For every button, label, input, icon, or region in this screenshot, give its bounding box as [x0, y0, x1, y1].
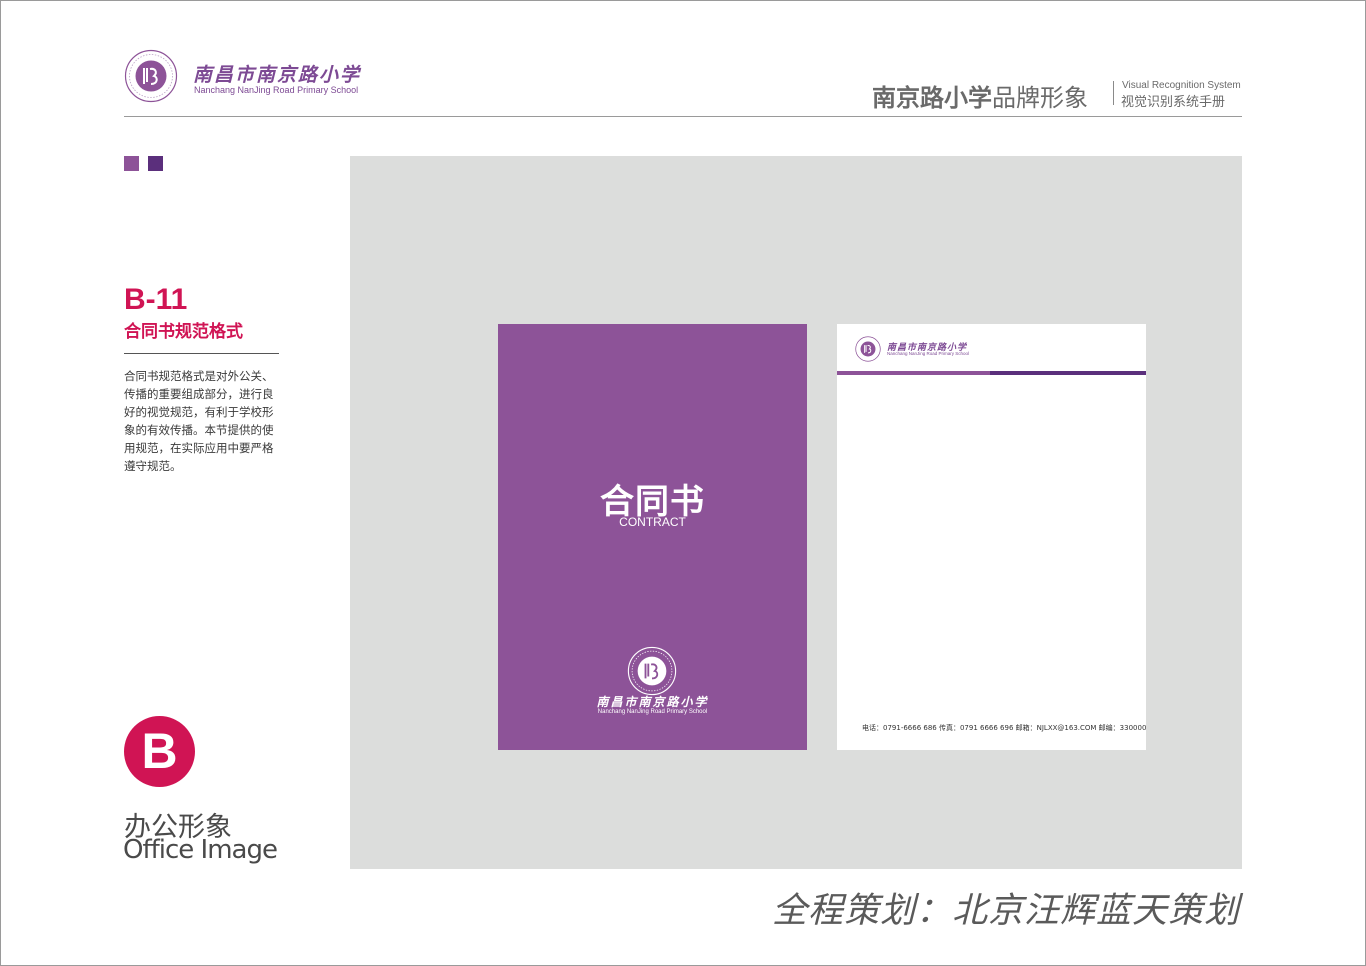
mockup-canvas: 合同书 CONTRACT 南昌市南京路小学 Nanchang NanJing R…: [350, 156, 1242, 869]
section-rule: [124, 353, 279, 354]
manual-title-rest: 品牌形象: [992, 84, 1088, 112]
school-seal-icon: [627, 646, 677, 696]
decor-square-light: [124, 156, 139, 171]
category-name-en: Office Image: [123, 835, 278, 865]
letterhead-contact: 电话：0791-6666 686 传真：0791 6666 696 邮箱：NJL…: [862, 724, 1147, 732]
letterhead-bar-dark: [990, 371, 1146, 375]
section-description: 合同书规范格式是对外公关、传播的重要组成部分，进行良好的视觉规范，有利于学校形象…: [124, 369, 274, 473]
letterhead-logo-en: Nanchang NanJing Road Primary School: [887, 351, 970, 356]
logo-chinese-name: 南昌市南京路小学: [193, 64, 362, 86]
section-code: B-11: [124, 283, 188, 316]
decor-square-dark: [148, 156, 163, 171]
header-separator: [1113, 81, 1114, 105]
school-seal-icon: [855, 336, 881, 362]
planning-credit: 全程策划：北京汪辉蓝天策划: [771, 891, 1240, 931]
category-badge: B: [124, 716, 195, 787]
school-seal-icon: [124, 49, 178, 103]
vis-english: Visual Recognition System: [1122, 80, 1241, 91]
header-rule: [124, 116, 1242, 117]
cover-logo-cn: 南昌市南京路小学: [596, 695, 709, 709]
section-title: 合同书规范格式: [124, 322, 243, 342]
cover-subtitle: CONTRACT: [619, 515, 686, 529]
contract-letterhead: 南昌市南京路小学 Nanchang NanJing Road Primary S…: [837, 324, 1146, 750]
logo-english-name: Nanchang NanJing Road Primary School: [194, 85, 359, 95]
manual-title: 南京路小学品牌形象: [872, 78, 1088, 113]
letterhead-bar-light: [837, 371, 990, 375]
cover-logo-en: Nanchang NanJing Road Primary School: [597, 709, 708, 715]
contract-cover: 合同书 CONTRACT 南昌市南京路小学 Nanchang NanJing R…: [498, 324, 807, 750]
vis-chinese: 视觉识别系统手册: [1121, 95, 1226, 110]
manual-title-school: 南京路小学: [872, 84, 992, 112]
